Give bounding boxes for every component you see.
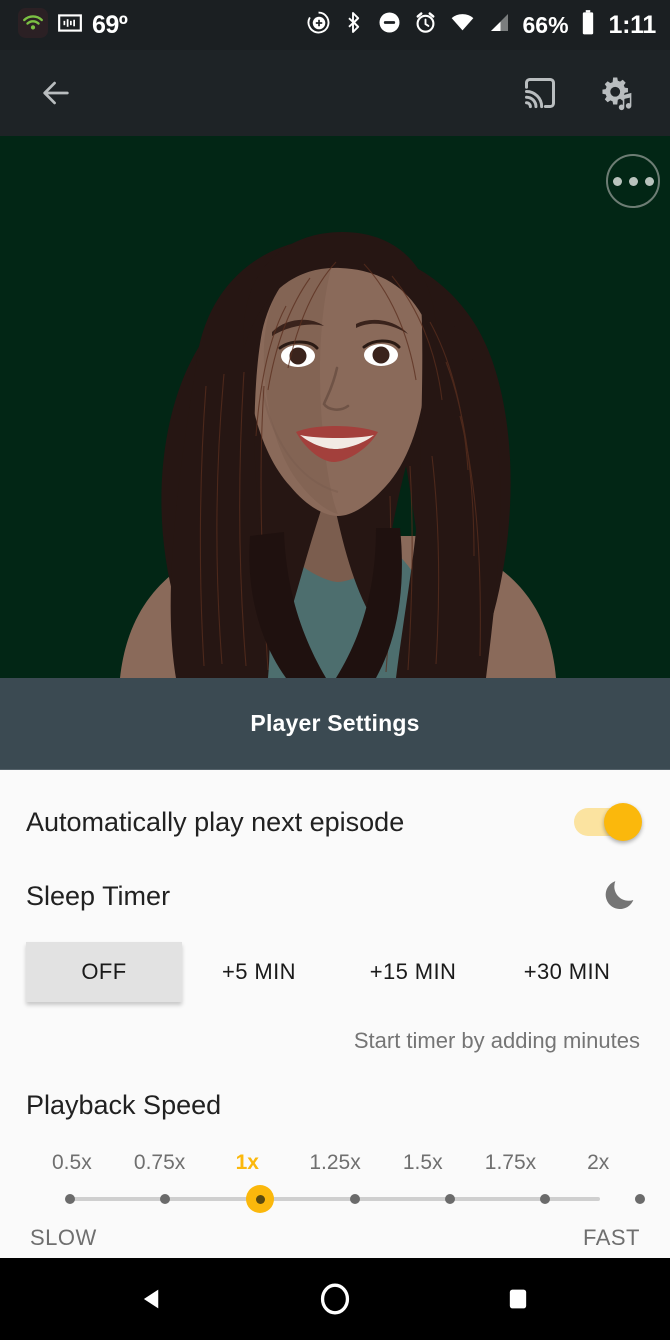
alarm-icon: [413, 10, 438, 40]
artwork-illustration: [0, 136, 670, 678]
status-bar: 69º 66% 1:11: [0, 0, 670, 50]
back-button[interactable]: [28, 65, 84, 121]
bluetooth-icon: [342, 10, 366, 40]
soundwave-widget-icon: [57, 10, 83, 41]
slider-tick-4[interactable]: [445, 1194, 455, 1204]
player-settings-title: Player Settings: [250, 710, 420, 736]
sleep-timer-option-plus15[interactable]: +15 MIN: [336, 942, 490, 1002]
autoplay-row[interactable]: Automatically play next episode: [26, 782, 644, 862]
speed-option-1[interactable]: 0.75x: [116, 1151, 204, 1175]
battery-percent-text: 66%: [522, 11, 569, 38]
speed-option-6[interactable]: 2x: [554, 1151, 642, 1175]
temperature-text: 69º: [92, 10, 128, 39]
status-bar-right: 66% 1:11: [306, 9, 656, 41]
slider-max-label: FAST: [582, 1225, 640, 1250]
sleep-timer-option-plus5[interactable]: +5 MIN: [182, 942, 336, 1002]
sleep-timer-option-off[interactable]: OFF: [26, 942, 182, 1002]
player-settings-header: Player Settings: [0, 678, 670, 770]
clock-text: 1:11: [608, 10, 657, 39]
dot-2: [628, 176, 638, 186]
audio-settings-gear-music-icon[interactable]: [588, 65, 644, 121]
app-toolbar: [0, 50, 670, 136]
slider-endpoint-labels: SLOW FAST: [26, 1225, 644, 1251]
speed-option-3[interactable]: 1.25x: [291, 1151, 379, 1175]
wifi-hotspot-icon: [18, 7, 48, 43]
playback-speed-options: 0.5x 0.75x 1x 1.25x 1.5x 1.75x 2x: [26, 1151, 644, 1175]
sleep-timer-option-plus30[interactable]: +30 MIN: [490, 942, 644, 1002]
sleep-timer-label: Sleep Timer: [26, 880, 171, 911]
sleep-timer-row[interactable]: Sleep Timer: [26, 862, 644, 930]
dot-1: [612, 176, 622, 186]
wifi-icon: [449, 10, 476, 40]
android-nav-bar: [0, 1258, 670, 1340]
more-options-button[interactable]: [606, 154, 660, 208]
autoplay-label: Automatically play next episode: [26, 806, 405, 837]
slider-thumb[interactable]: [246, 1185, 274, 1213]
speed-option-5[interactable]: 1.75x: [467, 1151, 555, 1175]
do-not-disturb-icon: [377, 10, 402, 40]
speed-option-2[interactable]: 1x: [203, 1151, 291, 1175]
nav-recents-button[interactable]: [488, 1269, 548, 1329]
playback-speed-label: Playback Speed: [26, 1090, 222, 1120]
speed-option-4[interactable]: 1.5x: [379, 1151, 467, 1175]
slider-thumb-center: [255, 1194, 265, 1204]
slider-tick-6[interactable]: [635, 1194, 645, 1204]
location-icon: [306, 10, 331, 40]
nav-home-button[interactable]: [305, 1269, 365, 1329]
phone-screen: 69º 66% 1:11 Player Settings Automatical…: [0, 0, 670, 1340]
slider-tick-1[interactable]: [160, 1194, 170, 1204]
nav-back-button[interactable]: [122, 1269, 182, 1329]
player-settings-panel: Automatically play next episode Sleep Ti…: [0, 770, 670, 1258]
status-bar-left: 69º: [18, 7, 128, 43]
sleep-timer-hint: Start timer by adding minutes: [353, 1028, 640, 1053]
cast-icon[interactable]: [512, 65, 568, 121]
toggle-thumb: [604, 803, 642, 841]
slider-min-label: SLOW: [30, 1225, 97, 1250]
speed-option-0[interactable]: 0.5x: [28, 1151, 116, 1175]
slider-tick-0[interactable]: [65, 1194, 75, 1204]
slider-tick-5[interactable]: [540, 1194, 550, 1204]
episode-artwork: [0, 136, 670, 678]
cellular-signal-icon: [487, 10, 511, 40]
autoplay-toggle[interactable]: [574, 803, 644, 841]
playback-speed-slider[interactable]: [26, 1181, 645, 1215]
moon-icon-wrap: [588, 874, 644, 919]
slider-track: [70, 1197, 600, 1201]
sleep-timer-options: OFF +5 MIN +15 MIN +30 MIN: [26, 942, 644, 1002]
slider-tick-3[interactable]: [350, 1194, 360, 1204]
battery-icon: [580, 9, 596, 41]
moon-icon: [600, 874, 640, 919]
dot-3: [644, 176, 654, 186]
